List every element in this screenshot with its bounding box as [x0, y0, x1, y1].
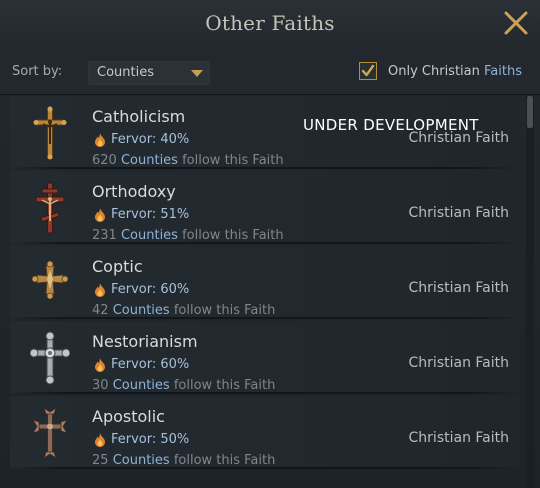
faith-name: Nestorianism	[92, 332, 198, 351]
follow-text: follow this Faith	[177, 228, 284, 243]
apostolic-cross-icon	[30, 406, 70, 460]
county-number: 620	[92, 153, 117, 168]
faith-row-orthodoxy[interactable]: Orthodoxy Fervor: 51% 231 Counties follo…	[10, 171, 520, 244]
sort-label: Sort by:	[12, 64, 63, 79]
follow-text: follow this Faith	[169, 378, 276, 393]
counties-link[interactable]: Counties	[113, 378, 170, 393]
flame-icon	[95, 357, 105, 372]
checkmark-icon	[361, 64, 375, 77]
faith-row-apostolic[interactable]: Apostolic Fervor: 50% 25 Counties follow…	[10, 396, 520, 469]
fervor: Fervor: 51%	[94, 207, 189, 222]
counties-link[interactable]: Counties	[113, 303, 170, 318]
row-divider	[10, 317, 520, 319]
fervor-value: Fervor: 60%	[111, 282, 190, 297]
coptic-cross-icon	[30, 256, 70, 310]
follow-text: follow this Faith	[177, 153, 284, 168]
county-number: 231	[92, 228, 117, 243]
county-number: 42	[92, 303, 109, 318]
faith-list: Catholicism Fervor: 40% 620 Counties fol…	[10, 96, 520, 488]
county-count: 42 Counties follow this Faith	[92, 303, 275, 318]
fervor: Fervor: 40%	[94, 132, 189, 147]
faith-type: Christian Faith	[408, 205, 509, 221]
counties-link[interactable]: Counties	[121, 153, 178, 168]
county-number: 30	[92, 378, 109, 393]
only-christian-label[interactable]: Only Christian Faiths	[388, 64, 522, 79]
county-count: 620 Counties follow this Faith	[92, 153, 284, 168]
fervor-value: Fervor: 50%	[111, 432, 190, 447]
list-scrollbar[interactable]	[526, 96, 534, 488]
scrollbar-thumb[interactable]	[527, 96, 533, 128]
window-header: Other Faiths	[0, 0, 540, 50]
county-number: 25	[92, 453, 109, 468]
faith-name: Apostolic	[92, 407, 165, 426]
county-count: 25 Counties follow this Faith	[92, 453, 275, 468]
faith-row-coptic[interactable]: Coptic Fervor: 60% 42 Counties follow th…	[10, 246, 520, 319]
faith-type: Christian Faith	[408, 355, 509, 371]
orthodox-cross-icon	[30, 181, 70, 235]
row-divider	[10, 167, 520, 169]
flame-icon	[95, 432, 105, 447]
county-count: 231 Counties follow this Faith	[92, 228, 284, 243]
catholic-cross-icon	[30, 106, 70, 160]
flame-icon	[95, 207, 105, 222]
fervor: Fervor: 60%	[94, 282, 189, 297]
county-count: 30 Counties follow this Faith	[92, 378, 275, 393]
faith-name: Orthodoxy	[92, 182, 176, 201]
fervor-value: Fervor: 40%	[111, 132, 190, 147]
faith-row-nestorianism[interactable]: Nestorianism Fervor: 60% 30 Counties fol…	[10, 321, 520, 394]
counties-link[interactable]: Counties	[113, 453, 170, 468]
faith-type: Christian Faith	[408, 430, 509, 446]
counties-link[interactable]: Counties	[121, 228, 178, 243]
faith-type: Christian Faith	[408, 280, 509, 296]
fervor: Fervor: 60%	[94, 357, 189, 372]
follow-text: follow this Faith	[169, 303, 276, 318]
follow-text: follow this Faith	[169, 453, 276, 468]
only-christian-highlight: Faiths	[484, 64, 522, 79]
faith-name: Catholicism	[92, 107, 186, 126]
sort-value: Counties	[97, 65, 154, 80]
other-faiths-window: Other Faiths Sort by: Counties Only Chri…	[0, 0, 540, 488]
window-title: Other Faiths	[205, 11, 335, 35]
under-development-banner: UNDER DEVELOPMENT	[303, 116, 479, 134]
toolbar: Sort by: Counties Only Christian Faiths	[0, 50, 540, 95]
fervor: Fervor: 50%	[94, 432, 189, 447]
row-divider	[10, 467, 520, 469]
only-christian-prefix: Only Christian	[388, 64, 485, 79]
row-divider	[10, 392, 520, 394]
flame-icon	[95, 132, 105, 147]
chevron-down-icon	[191, 70, 203, 77]
only-christian-checkbox[interactable]	[359, 62, 377, 80]
nestorian-cross-icon	[29, 331, 71, 385]
sort-dropdown[interactable]: Counties	[88, 61, 210, 85]
fervor-value: Fervor: 51%	[111, 207, 190, 222]
close-button[interactable]	[502, 9, 530, 37]
flame-icon	[95, 282, 105, 297]
fervor-value: Fervor: 60%	[111, 357, 190, 372]
close-icon	[504, 11, 528, 35]
faith-name: Coptic	[92, 257, 143, 276]
row-divider	[10, 242, 520, 244]
